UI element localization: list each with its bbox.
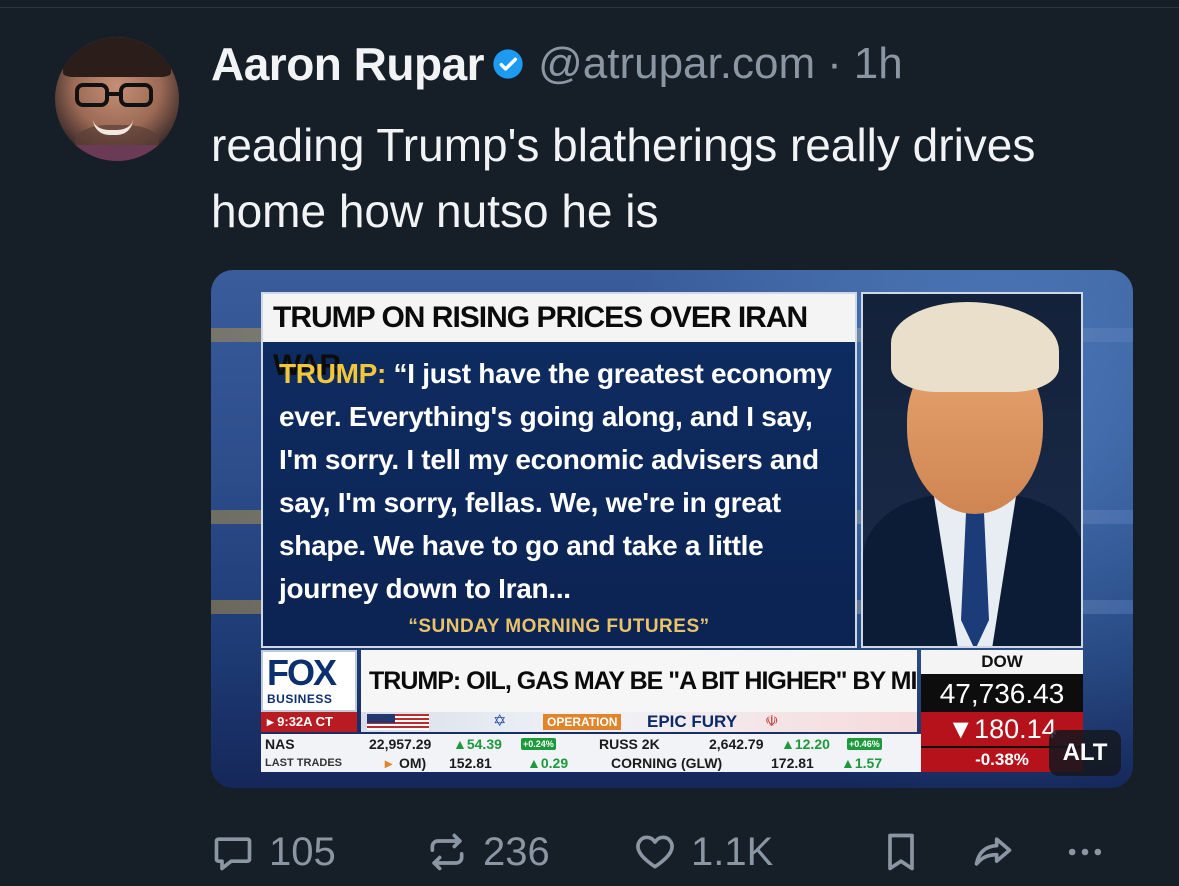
repost-count: 236	[483, 829, 550, 874]
ticker-nas-value: 22,957.29	[369, 736, 432, 752]
alt-text-badge[interactable]: ALT	[1049, 730, 1121, 776]
post-actions: 105 236 1.1K	[211, 824, 1131, 880]
ticker-row-trades: LAST TRADES ▸ OM) 152.81 ▲0.29 CORNING (…	[261, 754, 977, 772]
ticker-item2-value: 172.81	[771, 755, 814, 771]
network-logo-text: FOX	[267, 652, 337, 693]
ticker-item1-change: ▲0.29	[527, 755, 569, 771]
quote-speaker: TRUMP:	[279, 358, 387, 389]
share-icon	[974, 837, 1012, 866]
post-header: Aaron Rupar @atrupar.com · 1h	[211, 36, 903, 92]
speaker-photo	[861, 292, 1083, 648]
ticker-arrow-icon: ▸	[385, 755, 393, 771]
chyron-headline: TRUMP: OIL, GAS MAY BE "A BIT HIGHER" BY…	[361, 650, 917, 712]
reply-icon	[214, 837, 252, 871]
ticker-item2-label: CORNING (GLW)	[611, 755, 723, 771]
star-of-david-icon: ✡	[493, 713, 507, 730]
iran-emblem-icon: ☫	[765, 713, 779, 730]
author-name[interactable]: Aaron Rupar	[211, 37, 485, 91]
avatar-glasses-right	[119, 83, 153, 107]
ticker-nas-label: NAS	[265, 736, 295, 752]
post-timestamp[interactable]: 1h	[854, 39, 903, 89]
reply-count: 105	[269, 829, 336, 874]
author-handle[interactable]: @atrupar.com	[538, 39, 815, 89]
reply-button[interactable]: 105	[211, 824, 336, 880]
author-avatar[interactable]	[55, 37, 179, 161]
network-logo-sub: BUSINESS	[267, 692, 333, 706]
ticker-russ-value: 2,642.79	[709, 736, 764, 752]
us-flag-icon	[367, 714, 429, 730]
bookmark-icon	[888, 833, 914, 871]
ticker-item2-change: ▲1.57	[841, 755, 883, 771]
post-text: reading Trump's blatherings really drive…	[211, 119, 1036, 237]
operation-banner: ✡ OPERATION EPIC FURY ☫	[361, 712, 917, 732]
ticker-nas-pct: +0.24%	[521, 738, 556, 750]
quote-text: “I just have the greatest economy ever. …	[279, 358, 832, 604]
verified-badge-icon	[493, 49, 523, 79]
avatar-hair	[63, 37, 171, 77]
ticker-russ-label: RUSS 2K	[599, 736, 660, 752]
news-ticker: FOX BUSINESS ▸ 9:32A CT TRUMP: OIL, GAS …	[261, 650, 1083, 774]
banner-operation: OPERATION	[543, 714, 622, 730]
dow-label: DOW	[921, 650, 1083, 674]
dow-value: 47,736.43	[939, 678, 1065, 709]
like-button[interactable]: 1.1K	[633, 824, 773, 880]
banner-operation-name: EPIC FURY	[647, 712, 738, 731]
bookmark-button[interactable]	[879, 824, 937, 880]
quote-source: “SUNDAY MORNING FUTURES”	[408, 616, 710, 637]
ticker-russ-pct: +0.46%	[847, 738, 882, 750]
heart-icon	[636, 835, 674, 869]
ticker-item1-value: 152.81	[449, 755, 492, 771]
quote-title: TRUMP ON RISING PRICES OVER IRAN WAR	[263, 294, 855, 382]
repost-button[interactable]: 236	[425, 824, 550, 880]
more-icon	[1068, 848, 1102, 856]
header-separator: ·	[827, 39, 842, 88]
ticker-russ-change: ▲12.20	[781, 736, 830, 752]
ticker-nas-change: ▲54.39	[453, 736, 502, 752]
ticker-item1-label: OM)	[399, 755, 427, 771]
broadcast-clock: ▸ 9:32A CT	[261, 712, 357, 732]
share-button[interactable]	[971, 824, 1029, 880]
photo-hair	[891, 302, 1059, 392]
post-media-image[interactable]: TRUMP ON RISING PRICES OVER IRAN WAR TRU…	[211, 270, 1133, 788]
quote-body: TRUMP: “I just have the greatest economy…	[279, 352, 849, 610]
repost-icon	[430, 833, 464, 871]
top-divider	[0, 0, 1179, 8]
ticker-row-indices: NAS 22,957.29 ▲54.39 +0.24% RUSS 2K 2,64…	[261, 734, 977, 754]
like-count: 1.1K	[691, 829, 774, 874]
avatar-glasses-left	[75, 83, 109, 107]
more-options-button[interactable]	[1063, 824, 1121, 880]
avatar-glasses-bridge	[107, 92, 121, 96]
network-logo: FOX BUSINESS	[261, 650, 357, 712]
ticker-last-trades: LAST TRADES	[265, 757, 342, 769]
avatar-shirt	[65, 145, 169, 161]
quote-panel: TRUMP ON RISING PRICES OVER IRAN WAR TRU…	[261, 292, 857, 648]
